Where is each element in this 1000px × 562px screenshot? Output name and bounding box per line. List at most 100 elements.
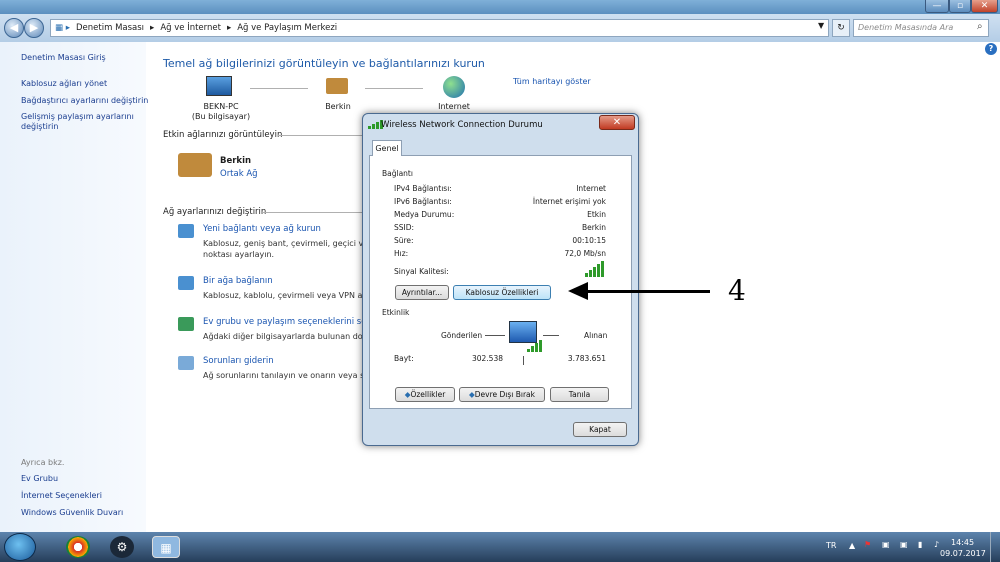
show-desktop-button[interactable] bbox=[990, 532, 1000, 562]
ipv6-value: İnternet erişimi yok bbox=[532, 197, 606, 206]
close-dialog-button[interactable]: Kapat bbox=[573, 422, 627, 437]
sidebar-item-wireless[interactable]: Kablosuz ağları yönet bbox=[21, 79, 107, 89]
connection-line bbox=[365, 88, 423, 89]
activity-signal-icon bbox=[527, 340, 542, 352]
divider bbox=[523, 356, 524, 365]
computer-icon bbox=[206, 76, 232, 96]
dialog-close-button[interactable]: ✕ bbox=[599, 115, 635, 130]
details-button[interactable]: Ayrıntılar... bbox=[395, 285, 449, 300]
network-tray-icon[interactable]: ▮ bbox=[918, 540, 922, 549]
disable-label: Devre Dışı Bırak bbox=[474, 390, 535, 399]
active-networks-header: Etkin ağlarınızı görüntüleyin bbox=[163, 130, 283, 140]
annotation-arrowhead bbox=[568, 282, 588, 300]
properties-label: Özellikler bbox=[410, 390, 446, 399]
wireless-properties-button[interactable]: Kablosuz Özellikleri bbox=[453, 285, 551, 300]
annotation-arrow bbox=[578, 290, 710, 293]
connection-group-label: Bağlantı bbox=[382, 169, 413, 178]
change-settings-header: Ağ ayarlarınızı değiştirin bbox=[163, 207, 267, 217]
tray-expand-icon[interactable]: ▲ bbox=[849, 541, 855, 550]
volume-icon[interactable]: ♪ bbox=[934, 540, 939, 549]
node-network-name: Berkin bbox=[325, 102, 351, 111]
node-internet-name: Internet bbox=[438, 102, 470, 111]
full-map-link[interactable]: Tüm haritayı göster bbox=[513, 77, 591, 86]
tab-general[interactable]: Genel bbox=[372, 140, 402, 156]
ipv6-label: IPv6 Bağlantısı: bbox=[394, 197, 452, 206]
forward-button[interactable]: ▶ bbox=[24, 18, 44, 38]
section-divider bbox=[262, 212, 362, 213]
duration-value: 00:10:15 bbox=[572, 236, 606, 245]
bytes-label: Bayt: bbox=[394, 354, 414, 363]
breadcrumb-item[interactable]: Ağ ve Paylaşım Merkezi bbox=[237, 23, 337, 33]
tray-app-icon[interactable]: ▣ bbox=[882, 540, 890, 549]
task-desc: Kablosuz, kablolu, çevirmeli veya VPN ağ bbox=[203, 291, 362, 300]
start-button[interactable] bbox=[4, 533, 36, 561]
diagnose-button[interactable]: Tanıla bbox=[550, 387, 609, 402]
bench-icon bbox=[326, 78, 348, 94]
window-titlebar bbox=[0, 0, 1000, 14]
close-button[interactable]: ✕ bbox=[971, 0, 998, 13]
task-desc: noktası ayarlayın. bbox=[203, 250, 275, 259]
ipv4-value: Internet bbox=[576, 184, 606, 193]
sidebar-home-link[interactable]: Denetim Masası Giriş bbox=[21, 53, 106, 63]
dropdown-arrow-icon[interactable]: ▼ bbox=[818, 21, 824, 30]
steam-icon[interactable]: ⚙ bbox=[110, 536, 134, 558]
speed-value: 72,0 Mb/sn bbox=[564, 249, 606, 258]
back-button[interactable]: ◀ bbox=[4, 18, 24, 38]
address-bar[interactable]: ▦ ▸ Denetim Masası ▸ Ağ ve İnternet ▸ Ağ v… bbox=[50, 19, 829, 37]
bench-icon bbox=[178, 153, 212, 177]
language-indicator[interactable]: TR bbox=[826, 541, 836, 550]
status-dialog: Wireless Network Connection Durumu ✕ Gen… bbox=[362, 113, 639, 446]
see-also-header: Ayrıca bkz. bbox=[21, 458, 65, 467]
section-divider bbox=[278, 135, 362, 136]
node-computer-name: BEKN-PC bbox=[203, 102, 239, 111]
help-icon[interactable]: ? bbox=[985, 43, 997, 55]
homegroup-icon bbox=[178, 317, 194, 331]
sent-label: Gönderilen bbox=[441, 331, 483, 340]
ipv4-label: IPv4 Bağlantısı: bbox=[394, 184, 452, 193]
bytes-sent-value: 302.538 bbox=[471, 354, 503, 363]
signal-label: Sinyal Kalitesi: bbox=[394, 267, 449, 276]
control-panel-taskbar-icon[interactable]: ▦ bbox=[152, 536, 180, 558]
task-homegroup[interactable]: Ev grubu ve paylaşım seçeneklerini seçin bbox=[203, 317, 362, 327]
activity-group-label: Etkinlik bbox=[382, 308, 410, 317]
task-connect-network[interactable]: Bir ağa bağlanın bbox=[203, 276, 273, 286]
control-panel-icon: ▦ ▸ bbox=[55, 23, 70, 33]
speed-label: Hız: bbox=[394, 249, 409, 258]
chrome-icon[interactable] bbox=[66, 536, 90, 558]
tab-panel bbox=[369, 155, 632, 409]
task-desc: Ağ sorunlarını tanılayın ve onarın veya … bbox=[203, 371, 362, 380]
network-type-link[interactable]: Ortak Ağ bbox=[220, 169, 258, 179]
refresh-button[interactable]: ↻ bbox=[832, 19, 850, 37]
sidebar-item-adapter[interactable]: Bağdaştırıcı ayarlarını değiştirin bbox=[21, 96, 148, 106]
maximize-button[interactable]: ▫ bbox=[949, 0, 971, 13]
task-troubleshoot[interactable]: Sorunları giderin bbox=[203, 356, 274, 366]
breadcrumb-item[interactable]: Denetim Masası bbox=[76, 23, 144, 33]
clock-date[interactable]: 09.07.2017 bbox=[940, 549, 986, 558]
action-center-icon[interactable]: ⚑ bbox=[864, 540, 871, 549]
connection-line bbox=[250, 88, 308, 89]
properties-button[interactable]: ◆Özellikler bbox=[395, 387, 455, 402]
sidebar-link-firewall[interactable]: Windows Güvenlik Duvarı bbox=[21, 508, 123, 518]
disable-button[interactable]: ◆Devre Dışı Bırak bbox=[459, 387, 545, 402]
annotation-number: 4 bbox=[728, 274, 746, 307]
troubleshoot-icon bbox=[178, 356, 194, 370]
sidebar-item-sharing[interactable]: Gelişmiş paylaşım ayarlarını değiştirin bbox=[21, 112, 141, 132]
breadcrumb-item[interactable]: Ağ ve İnternet bbox=[160, 23, 221, 33]
sidebar-link-internet-options[interactable]: İnternet Seçenekleri bbox=[21, 491, 102, 501]
duration-label: Süre: bbox=[394, 236, 414, 245]
tray-app-icon[interactable]: ▣ bbox=[900, 540, 908, 549]
ssid-value: Berkin bbox=[581, 223, 606, 232]
page-title: Temel ağ bilgilerinizi görüntüleyin ve b… bbox=[163, 57, 485, 70]
sidebar-link-homegroup[interactable]: Ev Grubu bbox=[21, 474, 58, 484]
globe-icon bbox=[443, 76, 465, 98]
task-desc: Kablosuz, geniş bant, çevirmeli, geçici … bbox=[203, 239, 362, 248]
search-input[interactable]: Denetim Masasında Ara bbox=[853, 19, 989, 37]
received-label: Alınan bbox=[584, 331, 608, 340]
dialog-title: Wireless Network Connection Durumu bbox=[381, 120, 543, 130]
minimize-button[interactable]: — bbox=[925, 0, 949, 13]
search-icon: ⌕ bbox=[977, 21, 983, 32]
network-name: Berkin bbox=[220, 156, 252, 166]
task-desc: Ağdaki diğer bilgisayarlarda bulunan dos bbox=[203, 332, 362, 341]
clock-time[interactable]: 14:45 bbox=[951, 538, 974, 547]
task-new-connection[interactable]: Yeni bağlantı veya ağ kurun bbox=[203, 224, 321, 234]
